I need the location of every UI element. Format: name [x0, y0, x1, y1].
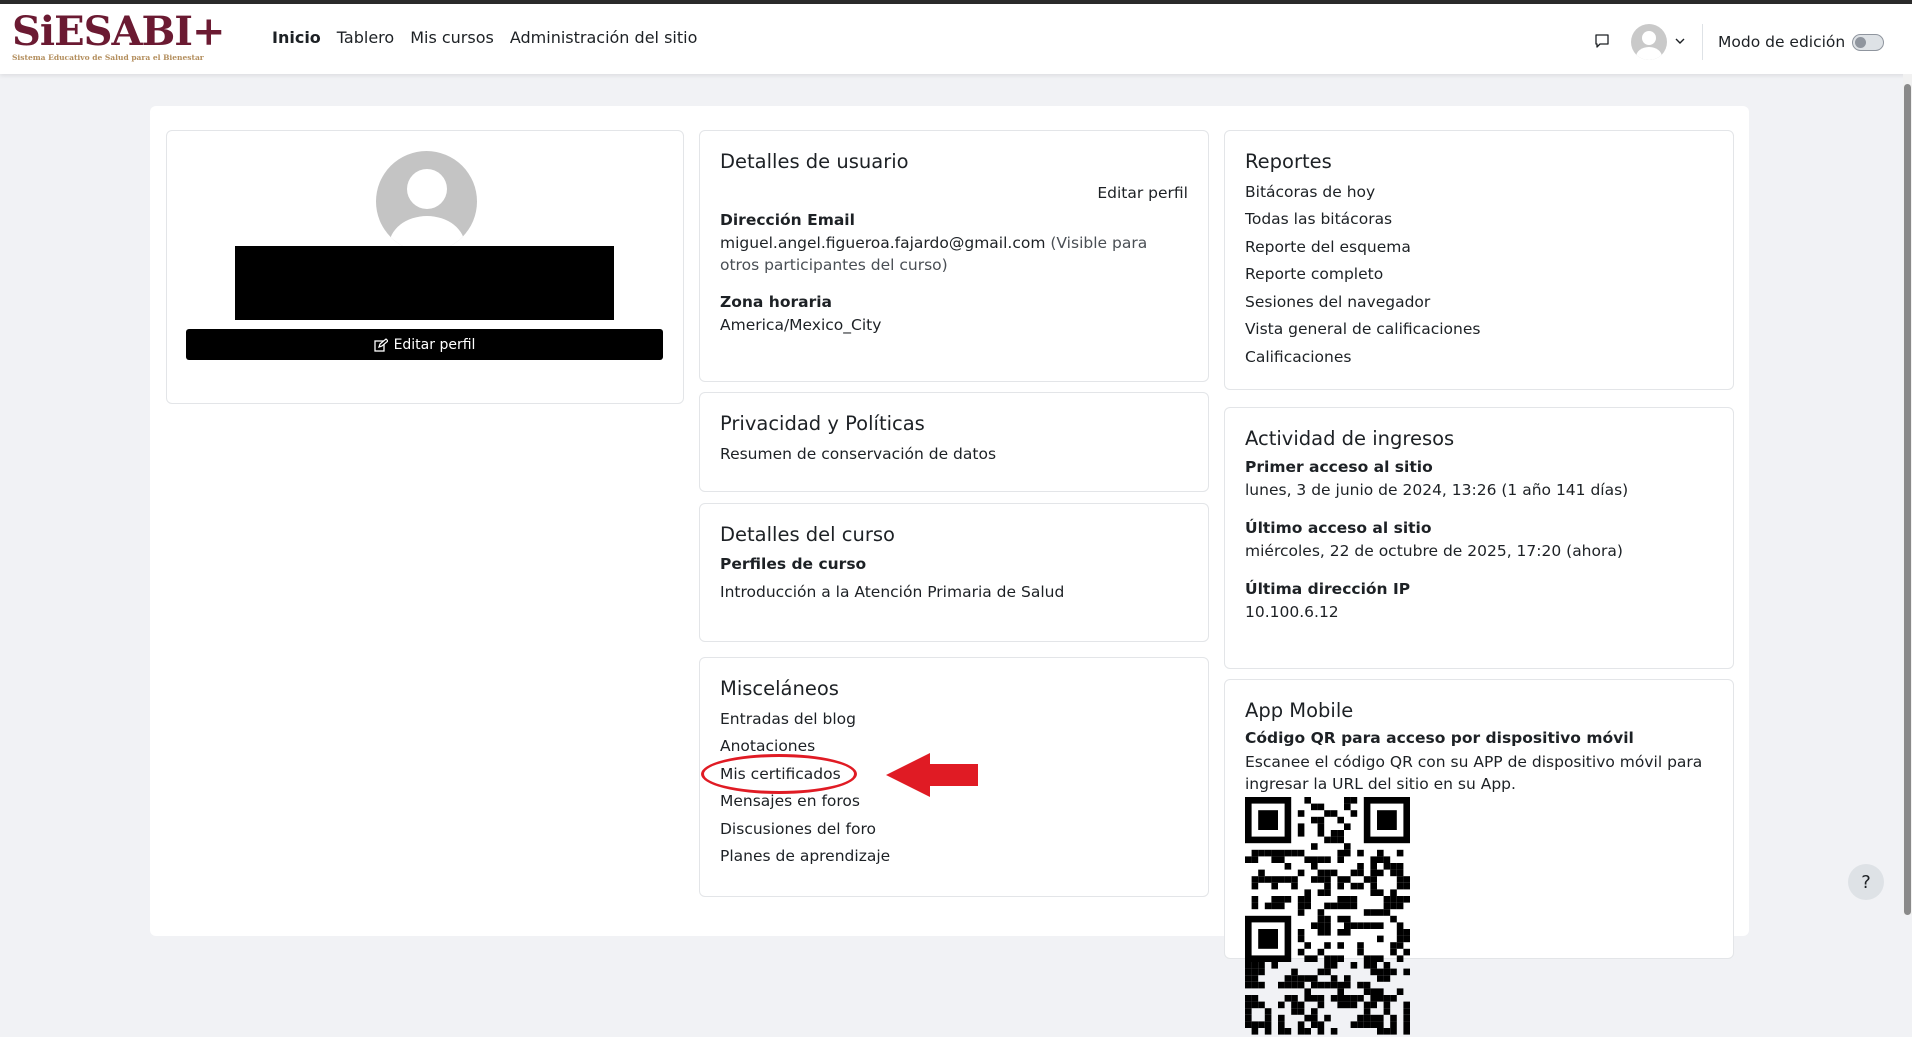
chevron-down-icon[interactable] — [1675, 36, 1685, 46]
edit-profile-link[interactable]: Editar perfil — [1097, 184, 1188, 202]
annotation-arrow-icon — [886, 753, 978, 797]
privacy-title: Privacidad y Políticas — [720, 412, 925, 435]
last-ip-value: 10.100.6.12 — [1245, 603, 1339, 621]
report-todays-logs-link[interactable]: Bitácoras de hoy — [1245, 183, 1375, 201]
profile-avatar — [376, 151, 477, 252]
edit-mode-label: Modo de edición — [1718, 33, 1846, 51]
nav-home[interactable]: Inicio — [272, 28, 321, 47]
report-browser-sessions-link[interactable]: Sesiones del navegador — [1245, 293, 1430, 311]
first-access-value: lunes, 3 de junio de 2024, 13:26 (1 año … — [1245, 481, 1629, 499]
navbar-divider — [1702, 24, 1703, 60]
last-access-value: miércoles, 22 de octubre de 2025, 17:20 … — [1245, 542, 1623, 560]
navbar: SiESABI+ Sistema Educativo de Salud para… — [0, 4, 1912, 74]
login-activity-card: Actividad de ingresos Primer acceso al s… — [1224, 407, 1734, 669]
app-mobile-title: App Mobile — [1245, 699, 1354, 722]
edit-profile-button[interactable]: Editar perfil — [186, 329, 663, 360]
data-retention-link[interactable]: Resumen de conservación de datos — [720, 445, 996, 463]
report-grades-link[interactable]: Calificaciones — [1245, 348, 1351, 366]
message-icon[interactable] — [1594, 33, 1610, 49]
help-button[interactable]: ? — [1848, 864, 1884, 900]
miscellaneous-title: Misceláneos — [720, 677, 839, 700]
misc-notes-link[interactable]: Anotaciones — [720, 737, 815, 755]
edit-mode-toggle[interactable] — [1852, 34, 1884, 51]
report-grades-overview-link[interactable]: Vista general de calificaciones — [1245, 320, 1480, 338]
site-logo[interactable]: SiESABI+ Sistema Educativo de Salud para… — [12, 12, 226, 63]
report-outline-link[interactable]: Reporte del esquema — [1245, 238, 1411, 256]
last-access-label: Último acceso al sitio — [1245, 519, 1432, 537]
redacted-name — [235, 246, 614, 320]
user-avatar[interactable] — [1631, 24, 1667, 60]
page-scrollbar[interactable] — [1903, 74, 1912, 915]
app-mobile-card: App Mobile Código QR para acceso por dis… — [1224, 679, 1734, 1035]
email-value-block: miguel.angel.figueroa.fajardo@gmail.com … — [720, 232, 1190, 276]
qr-code-instructions: Escanee el código QR con su APP de dispo… — [1245, 753, 1703, 793]
nav-site-admin[interactable]: Administración del sitio — [510, 28, 698, 47]
qr-code — [1245, 797, 1410, 1035]
privacy-card: Privacidad y Políticas Resumen de conser… — [699, 392, 1209, 492]
email-value: miguel.angel.figueroa.fajardo@gmail.com — [720, 234, 1046, 252]
misc-forum-discussions-link[interactable]: Discusiones del foro — [720, 820, 876, 838]
logo-text: SiESABI — [12, 8, 193, 55]
reports-title: Reportes — [1245, 150, 1332, 173]
reports-card: Reportes Bitácoras de hoy Todas las bitá… — [1224, 130, 1734, 390]
timezone-value: America/Mexico_City — [720, 316, 882, 334]
user-details-card: Detalles de usuario Editar perfil Direcc… — [699, 130, 1209, 382]
misc-blog-entries-link[interactable]: Entradas del blog — [720, 710, 856, 728]
logo-subtitle: Sistema Educativo de Salud para el Biene… — [12, 53, 204, 62]
annotation-ellipse — [701, 754, 857, 794]
nav-my-courses[interactable]: Mis cursos — [410, 28, 494, 47]
main-region: Editar perfil Detalles de usuario Editar… — [150, 106, 1749, 1035]
user-details-title: Detalles de usuario — [720, 150, 909, 173]
last-ip-label: Última dirección IP — [1245, 580, 1411, 598]
misc-learning-plans-link[interactable]: Planes de aprendizaje — [720, 847, 890, 865]
course-details-card: Detalles del curso Perfiles de curso Int… — [699, 503, 1209, 642]
primary-navigation: Inicio Tablero Mis cursos Administración… — [272, 28, 713, 47]
report-complete-link[interactable]: Reporte completo — [1245, 265, 1383, 283]
qr-code-label: Código QR para acceso por dispositivo mó… — [1245, 729, 1634, 747]
course-profiles-label: Perfiles de curso — [720, 555, 867, 573]
first-access-label: Primer acceso al sitio — [1245, 458, 1433, 476]
report-all-logs-link[interactable]: Todas las bitácoras — [1245, 210, 1392, 228]
profile-card: Editar perfil — [166, 130, 684, 404]
nav-dashboard[interactable]: Tablero — [337, 28, 394, 47]
login-activity-title: Actividad de ingresos — [1245, 427, 1455, 450]
edit-icon — [373, 337, 388, 352]
timezone-label: Zona horaria — [720, 293, 832, 311]
edit-profile-button-label: Editar perfil — [393, 336, 476, 353]
email-label: Dirección Email — [720, 211, 855, 229]
misc-forum-posts-link[interactable]: Mensajes en foros — [720, 792, 860, 810]
course-details-title: Detalles del curso — [720, 523, 895, 546]
course-link[interactable]: Introducción a la Atención Primaria de S… — [720, 583, 1064, 601]
logo-plus: + — [192, 8, 226, 55]
